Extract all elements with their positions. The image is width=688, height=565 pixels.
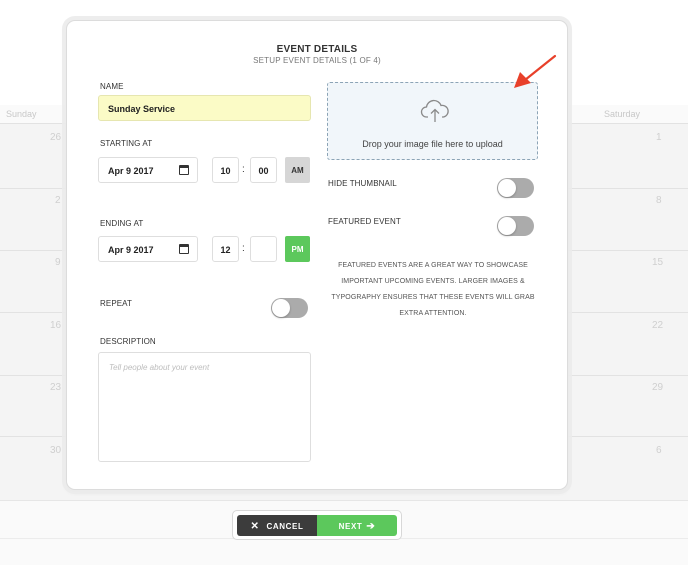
end-hour-input[interactable]: 12: [212, 236, 239, 262]
ending-at-label: ENDING AT: [100, 219, 144, 228]
featured-event-toggle[interactable]: [497, 216, 534, 236]
repeat-toggle[interactable]: [271, 298, 308, 318]
modal-actions: ✕ CANCEL NEXT ➔: [232, 510, 402, 540]
hide-thumbnail-label: HIDE THUMBNAIL: [328, 179, 397, 188]
start-minute-input[interactable]: 00: [250, 157, 277, 183]
cloud-upload-icon: [420, 99, 449, 122]
hide-thumbnail-toggle[interactable]: [497, 178, 534, 198]
featured-event-label: FEATURED EVENT: [328, 217, 401, 226]
event-name-input[interactable]: Sunday Service: [98, 95, 311, 121]
calendar-date: 26: [50, 132, 62, 143]
calendar-date: 6: [656, 445, 662, 456]
start-date-input[interactable]: Apr 9 2017: [98, 157, 198, 183]
starting-at-label: STARTING AT: [100, 139, 153, 148]
annotation-arrow-icon: [514, 54, 557, 88]
drop-zone-text: Drop your image file here to upload: [362, 139, 503, 149]
repeat-label: REPEAT: [100, 299, 133, 308]
modal-subtitle: SETUP EVENT DETAILS (1 OF 4): [253, 56, 381, 65]
calendar-date: 15: [652, 257, 664, 268]
toggle-knob: [498, 179, 516, 197]
calendar-day-sunday: Sunday: [6, 109, 37, 119]
time-separator: :: [242, 243, 245, 254]
modal-title: EVENT DETAILS: [276, 44, 358, 55]
time-separator: :: [242, 164, 245, 175]
cancel-button-label: CANCEL: [266, 522, 304, 531]
description-textarea[interactable]: Tell people about your event: [98, 352, 311, 462]
calendar-date: 9: [55, 257, 61, 268]
next-button-label: NEXT: [338, 522, 363, 531]
event-details-modal: EVENT DETAILS SETUP EVENT DETAILS (1 OF …: [66, 20, 568, 490]
calendar-date: 22: [652, 320, 664, 331]
calendar-date: 1: [656, 132, 662, 143]
calendar-date: 23: [50, 382, 62, 393]
start-hour-input[interactable]: 10: [212, 157, 239, 183]
next-button[interactable]: NEXT ➔: [317, 515, 397, 536]
close-icon: ✕: [250, 521, 260, 532]
arrow-right-icon: ➔: [366, 521, 376, 532]
calendar-date: 8: [656, 195, 662, 206]
end-date-value: Apr 9 2017: [108, 245, 154, 255]
cancel-button[interactable]: ✕ CANCEL: [237, 515, 317, 536]
calendar-date: 2: [55, 195, 61, 206]
end-date-input[interactable]: Apr 9 2017: [98, 236, 198, 262]
calendar-date: 29: [652, 382, 664, 393]
start-date-value: Apr 9 2017: [108, 166, 154, 176]
calendar-icon[interactable]: [179, 244, 189, 254]
calendar-date: 16: [50, 320, 62, 331]
start-ampm-toggle[interactable]: AM: [285, 157, 310, 183]
end-ampm-toggle[interactable]: PM: [285, 236, 310, 262]
toggle-knob: [498, 217, 516, 235]
toggle-knob: [272, 299, 290, 317]
description-label: DESCRIPTION: [100, 337, 156, 346]
calendar-day-saturday: Saturday: [604, 109, 641, 119]
name-label: NAME: [100, 82, 124, 91]
end-minute-input[interactable]: [250, 236, 277, 262]
calendar-icon[interactable]: [179, 165, 189, 175]
calendar-date: 30: [50, 445, 62, 456]
image-drop-zone[interactable]: Drop your image file here to upload: [327, 82, 538, 160]
featured-event-info: FEATURED EVENTS ARE A GREAT WAY TO SHOWC…: [331, 262, 535, 317]
